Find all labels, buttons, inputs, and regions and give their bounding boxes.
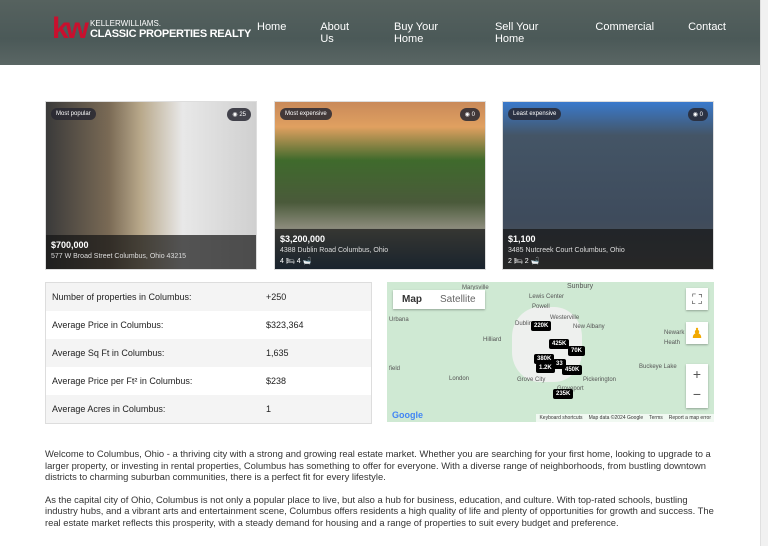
- logo[interactable]: kw KELLERWILLIAMS. CLASSIC PROPERTIES REA…: [52, 12, 252, 45]
- badge: Most expensive: [280, 108, 332, 120]
- town-label: Westerville: [550, 315, 580, 321]
- map-attribution: Keyboard shortcuts Map data ©2024 Google…: [536, 414, 714, 422]
- map-type-control: Map Satellite: [393, 290, 485, 309]
- stat-label: Average Price in Columbus:: [52, 320, 164, 330]
- baths: 4: [296, 258, 301, 265]
- stat-value: 1,635: [266, 348, 289, 358]
- town-label: London: [449, 376, 470, 382]
- views: 0: [699, 112, 703, 118]
- logo-line2: CLASSIC PROPERTIES REALTY: [90, 28, 252, 40]
- table-row: Average Price per Ft² in Columbus: $238: [46, 367, 371, 395]
- nav-commercial[interactable]: Commercial: [595, 21, 654, 45]
- town-label: field: [389, 366, 401, 372]
- stat-label: Average Sq Ft in Columbus:: [52, 348, 165, 358]
- keyboard-shortcuts-link[interactable]: Keyboard shortcuts: [539, 415, 582, 421]
- map-pin[interactable]: 235K: [553, 389, 574, 399]
- views-count: ◉ 0: [459, 108, 480, 121]
- price: $3,200,000: [280, 234, 326, 244]
- town-label: Grove City: [517, 377, 546, 383]
- price: $700,000: [51, 240, 89, 250]
- tab-map[interactable]: Map: [393, 290, 431, 309]
- table-row: Average Sq Ft in Columbus: 1,635: [46, 339, 371, 367]
- views: 25: [239, 112, 246, 118]
- views-count: ◉ 25: [227, 108, 251, 121]
- stat-value: $238: [266, 376, 287, 386]
- property-card[interactable]: Least expensive ◉ 0 $1,100 3485 Nutcreek …: [502, 101, 714, 270]
- map-pin[interactable]: 70K: [568, 346, 586, 356]
- map-pin[interactable]: 220K: [531, 321, 552, 331]
- table-row: Average Price in Columbus: $323,364: [46, 311, 371, 339]
- kw-logo-mark: kw: [52, 12, 89, 45]
- zoom-control: + −: [686, 364, 708, 408]
- baths: 2: [524, 258, 529, 265]
- stats-table: Number of properties in Columbus: +250 Av…: [45, 282, 372, 424]
- zoom-out-icon[interactable]: −: [686, 384, 708, 404]
- stat-label: Number of properties in Columbus:: [52, 292, 192, 302]
- town-label: Sunbury: [567, 283, 594, 290]
- map-pin[interactable]: 425K: [549, 339, 570, 349]
- table-row: Number of properties in Columbus: +250: [46, 283, 371, 311]
- scrollbar[interactable]: [760, 0, 768, 546]
- terms-link[interactable]: Terms: [649, 415, 663, 421]
- stat-label: Average Price per Ft² in Columbus:: [52, 376, 193, 386]
- town-label: Buckeye Lake: [639, 364, 677, 370]
- nav-home[interactable]: Home: [257, 21, 286, 45]
- bath-icon: 🛁: [530, 258, 540, 265]
- google-logo: Google: [392, 410, 423, 420]
- town-label: New Albany: [573, 324, 605, 330]
- bed-icon: 🛏: [285, 258, 295, 265]
- badge: Most popular: [51, 108, 96, 120]
- map-data: Map data ©2024 Google: [588, 415, 644, 421]
- nav-buy[interactable]: Buy Your Home: [394, 21, 461, 45]
- eye-icon: ◉: [692, 112, 700, 118]
- map[interactable]: Marysville Sunbury Lewis Center Powell W…: [387, 282, 714, 422]
- eye-icon: ◉: [464, 112, 472, 118]
- site-header: kw KELLERWILLIAMS. CLASSIC PROPERTIES REA…: [0, 0, 760, 65]
- price: $1,100: [508, 234, 536, 244]
- nav-sell[interactable]: Sell Your Home: [495, 21, 561, 45]
- nav-contact[interactable]: Contact: [688, 21, 726, 45]
- table-row: Average Acres in Columbus: 1: [46, 395, 371, 423]
- beds: 2: [508, 258, 512, 265]
- town-label: Dublin: [515, 321, 533, 327]
- pegman-icon[interactable]: ♟: [686, 322, 708, 344]
- views: 0: [471, 112, 475, 118]
- stat-label: Average Acres in Columbus:: [52, 404, 166, 414]
- badge: Least expensive: [508, 108, 562, 120]
- town-label: Lewis Center: [529, 294, 565, 300]
- address: 4388 Dublin Road Columbus, Ohio: [280, 247, 389, 254]
- tab-satellite[interactable]: Satellite: [431, 290, 485, 309]
- stat-value: $323,364: [266, 320, 304, 330]
- town-label: Urbana: [389, 317, 409, 323]
- map-pin[interactable]: 450K: [562, 365, 583, 375]
- beds: 4: [280, 258, 284, 265]
- main-nav: Home About Us Buy Your Home Sell Your Ho…: [257, 21, 760, 45]
- address: 577 W Broad Street Columbus, Ohio 43215: [51, 253, 187, 260]
- fullscreen-icon[interactable]: ⛶: [686, 288, 708, 310]
- property-card[interactable]: Most expensive ◉ 0 $3,200,000 4388 Dublin…: [274, 101, 486, 270]
- bath-icon: 🛁: [302, 258, 312, 265]
- views-count: ◉ 0: [687, 108, 708, 121]
- bed-icon: 🛏: [513, 258, 523, 265]
- city-description: Welcome to Columbus, Ohio - a thriving c…: [45, 448, 715, 539]
- town-label: Pickerington: [583, 377, 617, 383]
- paragraph: As the capital city of Ohio, Columbus is…: [45, 493, 714, 528]
- address: 3485 Nutcreek Court Columbus, Ohio: [508, 247, 625, 254]
- map-pin[interactable]: 1.2K: [536, 363, 555, 373]
- paragraph: Welcome to Columbus, Ohio - a thriving c…: [45, 448, 711, 482]
- zoom-in-icon[interactable]: +: [686, 364, 708, 384]
- town-label: Newark: [664, 330, 685, 336]
- stat-value: +250: [266, 292, 287, 302]
- town-label: Hilliard: [483, 337, 502, 343]
- nav-about[interactable]: About Us: [320, 21, 360, 45]
- property-card[interactable]: Most popular ◉ 25 $700,000 577 W Broad St…: [45, 101, 257, 270]
- stat-value: 1: [266, 404, 272, 414]
- town-label: Heath: [664, 340, 681, 346]
- report-error-link[interactable]: Report a map error: [669, 415, 711, 421]
- town-label: Powell: [532, 304, 550, 310]
